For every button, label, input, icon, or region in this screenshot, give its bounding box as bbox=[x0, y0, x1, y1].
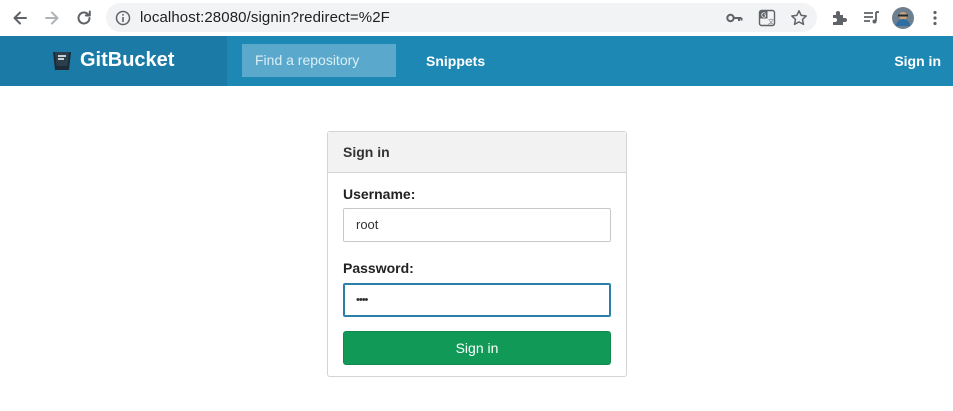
repository-search-input[interactable]: Find a repository bbox=[242, 44, 396, 77]
username-input[interactable]: root bbox=[343, 208, 611, 242]
reload-icon[interactable] bbox=[72, 6, 96, 30]
extensions-icon[interactable] bbox=[827, 6, 851, 30]
header-signin-link[interactable]: Sign in bbox=[894, 53, 941, 69]
key-icon[interactable] bbox=[723, 7, 745, 29]
app-header: GitBucket Find a repository Snippets Sig… bbox=[0, 36, 953, 86]
svg-text:文: 文 bbox=[768, 18, 774, 26]
svg-text:G: G bbox=[761, 12, 766, 20]
brand-name: GitBucket bbox=[80, 49, 175, 71]
brand-link[interactable]: GitBucket bbox=[0, 36, 227, 86]
info-icon[interactable] bbox=[112, 7, 134, 29]
profile-avatar[interactable] bbox=[891, 6, 915, 30]
gitbucket-logo-icon bbox=[53, 52, 71, 70]
signin-button[interactable]: Sign in bbox=[343, 331, 611, 365]
back-icon[interactable] bbox=[8, 6, 32, 30]
address-bar[interactable]: localhost:28080/signin?redirect=%2F G文 bbox=[106, 3, 817, 32]
more-menu-icon[interactable] bbox=[923, 6, 947, 30]
panel-title: Sign in bbox=[328, 132, 626, 173]
password-label: Password: bbox=[343, 260, 414, 276]
password-input[interactable]: •••• bbox=[343, 283, 611, 317]
translate-icon[interactable]: G文 bbox=[756, 7, 778, 29]
url-text[interactable]: localhost:28080/signin?redirect=%2F bbox=[140, 9, 390, 26]
media-queue-icon[interactable] bbox=[859, 6, 883, 30]
signin-panel: Sign in Username: root Password: •••• Si… bbox=[327, 131, 627, 377]
browser-toolbar: localhost:28080/signin?redirect=%2F G文 bbox=[0, 0, 953, 36]
forward-icon[interactable] bbox=[40, 6, 64, 30]
snippets-link[interactable]: Snippets bbox=[426, 53, 485, 69]
username-label: Username: bbox=[343, 186, 416, 202]
star-icon[interactable] bbox=[788, 7, 810, 29]
